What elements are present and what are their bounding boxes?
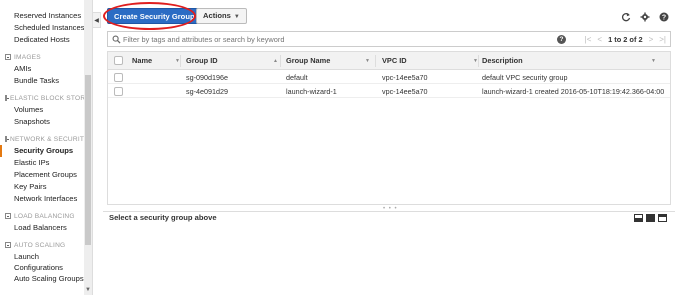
- refresh-icon[interactable]: [621, 12, 631, 22]
- column-header-description[interactable]: Description ▼: [482, 52, 656, 70]
- sidebar-nav: Reserved Instances Scheduled Instances D…: [0, 0, 93, 295]
- chevron-down-icon: ▼: [233, 14, 240, 20]
- sidebar-item-elastic-ips[interactable]: Elastic IPs: [0, 157, 86, 169]
- toolbar-icons: ?: [621, 12, 669, 22]
- row-checkbox[interactable]: [114, 87, 123, 96]
- chevron-left-icon: ◀: [94, 18, 99, 24]
- security-groups-table: Name ▼ Group ID ▲ Group Name ▼ VPC ID ▼ Desc…: [107, 51, 671, 205]
- details-panel-title: Select a security group above: [109, 213, 217, 222]
- column-divider: [280, 55, 281, 67]
- panel-layout-toggles: [634, 214, 667, 222]
- details-panel: Select a security group above: [103, 211, 675, 295]
- sort-asc-icon: ▲: [273, 58, 278, 64]
- pagination: |< < 1 to 2 of 2 > >|: [585, 33, 666, 45]
- sidebar-section-title: ELASTIC BLOCK STORE: [10, 94, 90, 102]
- table-row[interactable]: sg-4e091d29 launch-wizard-1 vpc-14ee5a70…: [108, 85, 670, 98]
- top-layout-icon[interactable]: [658, 214, 667, 222]
- sidebar-item-placement-groups[interactable]: Placement Groups: [0, 169, 86, 181]
- prev-page-icon[interactable]: <: [597, 35, 602, 44]
- sidebar-item-security-groups[interactable]: Security Groups: [0, 145, 86, 157]
- pagination-text: 1 to 2 of 2: [608, 34, 643, 44]
- sidebar-section-load-balancing[interactable]: LOAD BALANCING: [0, 210, 86, 222]
- scroll-down-icon[interactable]: ▼: [85, 287, 91, 293]
- cell-vpc-id: vpc-14ee5a70: [382, 73, 428, 82]
- cell-group-name: launch-wizard-1: [286, 87, 337, 96]
- sidebar-item-key-pairs[interactable]: Key Pairs: [0, 181, 86, 193]
- column-header-name[interactable]: Name ▼: [132, 52, 180, 70]
- toolbar: Create Security Group Actions ▼ ?: [103, 0, 675, 30]
- column-divider: [180, 55, 181, 67]
- last-page-icon[interactable]: >|: [659, 35, 666, 44]
- column-label: VPC ID: [382, 56, 407, 65]
- filter-bar: ? |< < 1 to 2 of 2 > >|: [107, 31, 671, 47]
- sidebar-item-dedicated-hosts[interactable]: Dedicated Hosts: [0, 34, 86, 46]
- sidebar-section-auto-scaling[interactable]: AUTO SCALING: [0, 239, 86, 251]
- search-icon: [112, 35, 121, 44]
- cell-group-id: sg-090d196e: [186, 73, 228, 82]
- column-header-vpc-id[interactable]: VPC ID ▼: [382, 52, 478, 70]
- cell-group-name: default: [286, 73, 308, 82]
- column-label: Group Name: [286, 56, 331, 65]
- column-label: Description: [482, 56, 523, 65]
- collapse-box-icon: [5, 242, 11, 248]
- svg-text:?: ?: [662, 15, 666, 22]
- column-header-group-id[interactable]: Group ID ▲: [186, 52, 278, 70]
- cell-description: launch-wizard-1 created 2016-05-10T18:19…: [482, 87, 664, 96]
- sort-icon: ▼: [365, 58, 370, 64]
- sidebar-item-volumes[interactable]: Volumes: [0, 104, 86, 116]
- sidebar-item-launch-configurations[interactable]: Launch Configurations: [0, 251, 86, 273]
- actions-dropdown-button[interactable]: Actions ▼: [196, 8, 247, 24]
- sidebar-item-snapshots[interactable]: Snapshots: [0, 116, 86, 128]
- sidebar-item-reserved-instances[interactable]: Reserved Instances: [0, 10, 86, 22]
- collapse-box-icon: [5, 136, 9, 142]
- sidebar-collapse-button[interactable]: ◀: [93, 12, 101, 28]
- collapse-box-icon: [5, 54, 11, 60]
- collapse-box-icon: [5, 213, 11, 219]
- filter-help-icon[interactable]: ?: [557, 35, 566, 44]
- create-security-group-button[interactable]: Create Security Group: [107, 8, 202, 24]
- row-checkbox[interactable]: [114, 73, 123, 82]
- sidebar-item-amis[interactable]: AMIs: [0, 63, 86, 75]
- column-header-group-name[interactable]: Group Name ▼: [286, 52, 370, 70]
- sidebar-section-title: AUTO SCALING: [14, 241, 66, 249]
- table-row[interactable]: sg-090d196e default vpc-14ee5a70 default…: [108, 71, 670, 84]
- select-all-checkbox[interactable]: [114, 56, 123, 65]
- cell-name: [132, 71, 180, 84]
- sidebar-item-network-interfaces[interactable]: Network Interfaces: [0, 193, 86, 205]
- full-layout-icon[interactable]: [646, 214, 655, 222]
- cell-vpc-id: vpc-14ee5a70: [382, 87, 428, 96]
- column-label: Group ID: [186, 56, 218, 65]
- search-input[interactable]: [123, 33, 423, 45]
- sidebar-section-network-security[interactable]: NETWORK & SECURITY: [0, 133, 89, 145]
- sidebar-section-title: NETWORK & SECURITY: [10, 135, 89, 143]
- gear-icon[interactable]: [640, 12, 650, 22]
- help-circle-icon[interactable]: ?: [659, 12, 669, 22]
- column-divider: [478, 55, 479, 67]
- sidebar-item-scheduled-instances[interactable]: Scheduled Instances: [0, 22, 86, 34]
- sidebar-item-auto-scaling-groups[interactable]: Auto Scaling Groups: [0, 273, 86, 285]
- sort-icon: ▼: [651, 58, 656, 64]
- collapse-box-icon: [5, 95, 9, 101]
- actions-label: Actions: [203, 11, 231, 20]
- sidebar-scroll-thumb[interactable]: [85, 75, 91, 245]
- sidebar-section-title: IMAGES: [14, 53, 41, 61]
- column-label: Name: [132, 56, 153, 65]
- sidebar-section-title: LOAD BALANCING: [14, 212, 75, 220]
- sidebar-item-bundle-tasks[interactable]: Bundle Tasks: [0, 75, 86, 87]
- sidebar-section-ebs[interactable]: ELASTIC BLOCK STORE: [0, 92, 90, 104]
- cell-name: [132, 85, 180, 98]
- split-layout-icon[interactable]: [634, 214, 643, 222]
- next-page-icon[interactable]: >: [649, 35, 654, 44]
- first-page-icon[interactable]: |<: [585, 35, 592, 44]
- sidebar-scrollbar[interactable]: ▼: [84, 0, 92, 295]
- table-header: Name ▼ Group ID ▲ Group Name ▼ VPC ID ▼ Desc…: [108, 52, 670, 70]
- sidebar-item-load-balancers[interactable]: Load Balancers: [0, 222, 86, 234]
- column-divider: [375, 55, 376, 67]
- sidebar-section-images[interactable]: IMAGES: [0, 51, 86, 63]
- sidebar-list: Reserved Instances Scheduled Instances D…: [0, 10, 90, 285]
- cell-description: default VPC security group: [482, 73, 568, 82]
- cell-group-id: sg-4e091d29: [186, 87, 228, 96]
